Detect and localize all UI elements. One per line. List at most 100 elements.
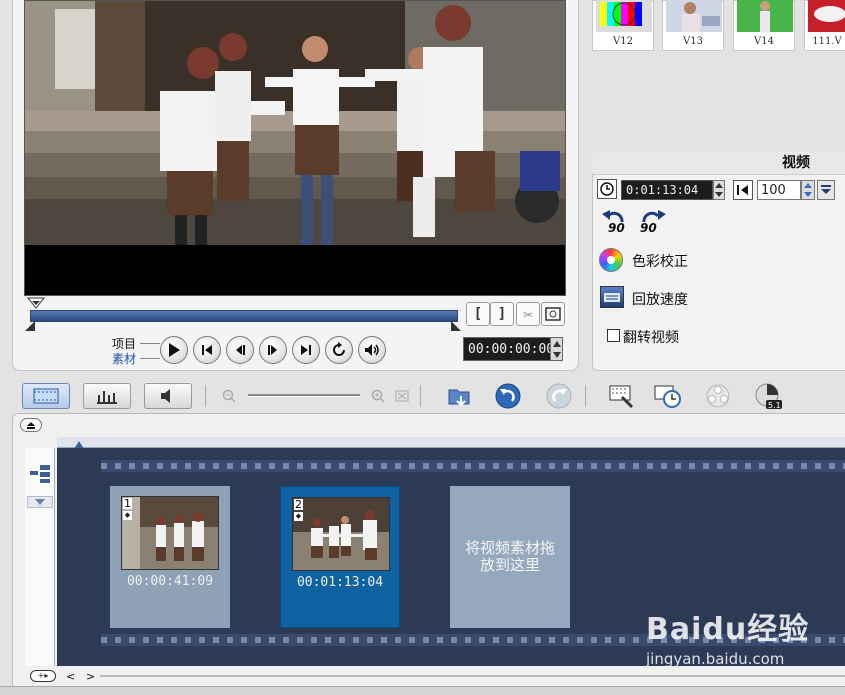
zoom-in-icon[interactable] (371, 389, 385, 407)
thumbnail-image (666, 0, 722, 32)
timecode-field[interactable]: 00:00:00:00 (463, 337, 563, 361)
video-preview-screen[interactable] (24, 0, 566, 296)
rotate-left-button[interactable]: 90 (600, 208, 630, 238)
timeline-ruler (57, 437, 845, 448)
storyboard-clip-selected[interactable]: 2 ◆ 00:01:13:04 (280, 486, 400, 628)
thumbnail-image (808, 0, 845, 32)
toolbar-separator (205, 385, 206, 407)
system-volume-button[interactable] (358, 336, 386, 364)
library-thumbnail-v12[interactable]: V12 (592, 0, 654, 51)
playback-speed-row[interactable]: 回放速度 (600, 286, 800, 310)
repeat-button[interactable] (325, 336, 353, 364)
storyboard-view-button[interactable] (22, 383, 70, 409)
thumbnail-label: V14 (754, 36, 774, 47)
cut-clip-button[interactable]: ✂ (516, 302, 540, 326)
volume-value: 100 (761, 182, 786, 198)
speaker-icon (365, 344, 379, 356)
clip-duration: 00:00:41:09 (126, 574, 214, 589)
scroll-left-arrow[interactable]: < (66, 670, 75, 683)
fullscreen-button[interactable] (541, 302, 565, 326)
clip-number: 2 (294, 498, 303, 511)
video-tab-title[interactable]: 视频 (782, 152, 810, 172)
clip-thumbnail: 2 ◆ (292, 497, 390, 571)
library-thumbnail-111[interactable]: 111.V (804, 0, 845, 51)
redo-button[interactable] (545, 382, 573, 410)
chevron-down-icon (821, 185, 831, 194)
storyboard-clip[interactable]: 1 ◆ 00:00:41:09 (110, 486, 230, 628)
scrub-bar[interactable] (30, 310, 458, 322)
playhead-marker[interactable] (26, 297, 46, 309)
thumbnail-label: 111.V (812, 36, 842, 47)
mode-connector-line (140, 343, 160, 344)
color-wheel-center (607, 256, 615, 264)
trim-start-handle[interactable] (25, 320, 35, 331)
audio-indicator-icon: ◆ (123, 511, 132, 520)
toolbar-separator (585, 385, 586, 407)
go-to-start-button[interactable] (193, 336, 221, 364)
skip-start-icon (202, 345, 212, 355)
timecode-down-arrow[interactable] (550, 349, 562, 360)
checkbox-box (607, 329, 620, 342)
folder-icon (448, 389, 470, 407)
rotate-right-button[interactable]: 90 (638, 208, 668, 238)
horizontal-scrollbar[interactable] (100, 675, 845, 677)
watermark-logo: Baidu经验 (646, 612, 810, 647)
step-back-icon (236, 345, 245, 355)
eject-icon (27, 422, 35, 429)
scroll-right-arrow[interactable]: > (86, 670, 95, 683)
timecode-up-arrow[interactable] (550, 338, 562, 349)
reel-icon (706, 384, 730, 408)
surround-mixer-button[interactable]: 5.1 (754, 382, 782, 410)
mark-out-button[interactable]: ] (490, 302, 514, 326)
duration-spinner[interactable] (713, 180, 725, 200)
go-to-end-button[interactable] (292, 336, 320, 364)
timeline-view-button[interactable] (83, 383, 131, 409)
status-strip (0, 686, 845, 695)
volume-spinner[interactable] (801, 180, 815, 200)
svg-text:5.1: 5.1 (768, 401, 781, 410)
volume-field[interactable]: 100 (757, 180, 801, 200)
undo-button[interactable] (494, 382, 522, 410)
color-correction-row[interactable]: 色彩校正 (599, 247, 799, 273)
duration-field[interactable]: 0:01:13:04 (621, 180, 713, 200)
batch-convert-button[interactable] (654, 382, 682, 410)
track-manager-button[interactable] (28, 462, 52, 484)
insert-media-button[interactable] (446, 382, 474, 410)
thumbnail-image (596, 0, 652, 32)
color-correction-label: 色彩校正 (632, 254, 688, 270)
add-track-button[interactable]: +▸ (30, 670, 56, 682)
playback-speed-label: 回放速度 (632, 292, 688, 308)
next-frame-button[interactable] (259, 336, 287, 364)
collapse-panel-button[interactable] (20, 418, 42, 432)
clip-mode-label[interactable]: 素材 (112, 350, 136, 367)
scissors-icon: ✂ (523, 304, 533, 324)
audio-view-button[interactable] (144, 383, 192, 409)
chevron-down-icon (35, 499, 45, 505)
duration-value: 0:01:13:04 (626, 183, 699, 197)
play-icon (169, 343, 180, 357)
fullscreen-icon (545, 307, 561, 321)
play-button[interactable] (160, 336, 188, 364)
volume-dropdown-button[interactable] (817, 180, 835, 200)
library-thumbnail-v14[interactable]: V14 (733, 0, 795, 51)
clock-icon (597, 179, 617, 199)
zoom-slider[interactable] (248, 394, 360, 397)
trim-end-handle[interactable] (451, 320, 461, 331)
audio-indicator-icon: ◆ (294, 512, 303, 521)
clip-duration: 00:01:13:04 (296, 575, 384, 590)
playback-speed-icon (600, 286, 624, 308)
skip-end-icon (301, 345, 311, 355)
auto-music-button[interactable] (704, 382, 732, 410)
reverse-video-checkbox[interactable]: 翻转视频 (607, 326, 807, 346)
mark-in-button[interactable]: [ (466, 302, 490, 326)
library-thumbnail-v13[interactable]: V13 (662, 0, 724, 51)
smart-proxy-button[interactable] (607, 382, 635, 410)
repeat-icon (333, 342, 345, 356)
track-dropdown-button[interactable] (27, 496, 53, 508)
clock-film-icon (654, 385, 681, 408)
zoom-out-icon[interactable] (222, 389, 236, 407)
storyboard-icon (33, 388, 59, 404)
fit-to-window-icon[interactable] (395, 389, 409, 407)
drop-zone[interactable]: 将视频素材拖放到这里 (450, 486, 570, 628)
previous-frame-button[interactable] (226, 336, 254, 364)
